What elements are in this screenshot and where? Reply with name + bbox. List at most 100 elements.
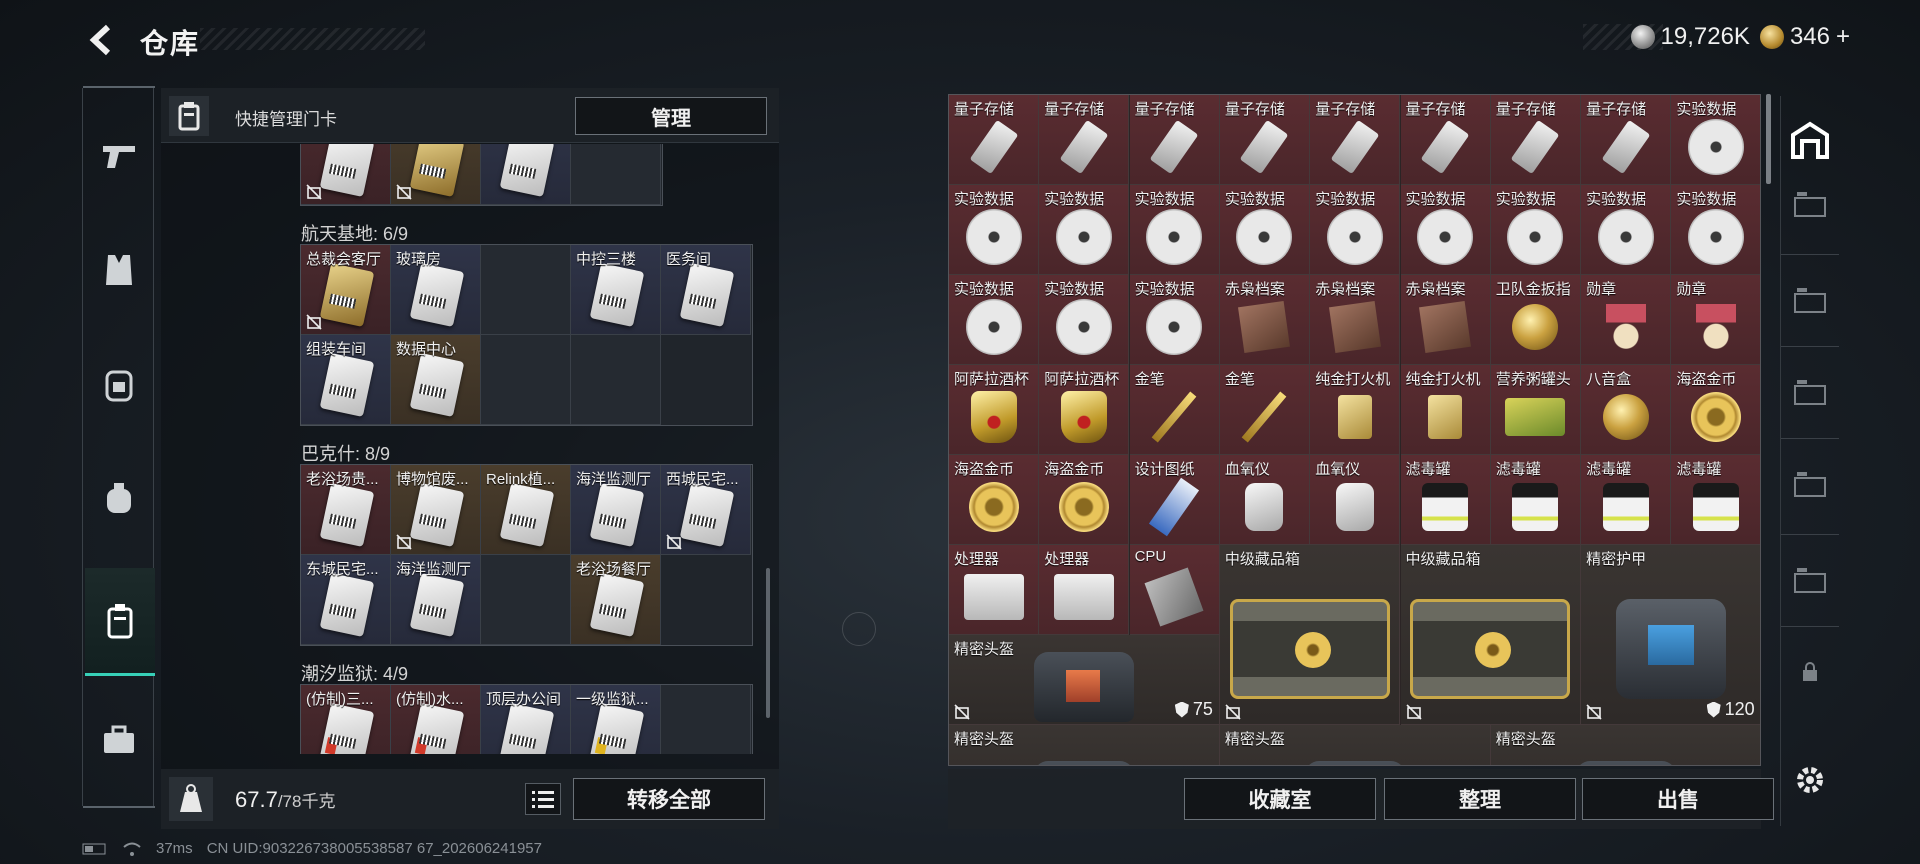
inventory-slot[interactable]: 处理器 xyxy=(949,545,1039,635)
backpack-nav[interactable] xyxy=(93,358,145,410)
inventory-slot[interactable]: 实验数据 xyxy=(1129,275,1220,365)
back-button[interactable] xyxy=(82,20,122,60)
inventory-slot[interactable]: 量子存储 xyxy=(1039,95,1130,185)
inventory-slot[interactable]: 实验数据 xyxy=(1039,185,1130,275)
inventory-slot[interactable]: 实验数据 xyxy=(1310,185,1401,275)
keycard-slot[interactable]: 老浴场贵... xyxy=(301,465,391,555)
inventory-slot[interactable]: 金笔 xyxy=(1129,365,1220,455)
silver-currency[interactable]: 19,726K xyxy=(1630,23,1750,51)
storage-tier-4a[interactable] xyxy=(1788,182,1832,226)
inventory-slot[interactable]: 滤毒罐 xyxy=(1581,455,1672,545)
inventory-slot[interactable]: 血氧仪 xyxy=(1310,455,1401,545)
keycard-slot[interactable]: 海洋监测厅 xyxy=(571,465,661,555)
keycard-slot[interactable]: 医务间 xyxy=(661,245,751,335)
keycard-list[interactable]: 航天基地: 6/9 总裁会客厅 玻璃房 中控三楼 医务间 组装车间 数据中心 巴克什: 8/9… xyxy=(161,144,779,754)
inventory-slot[interactable]: 量子存储 xyxy=(1129,95,1220,185)
keycard-slot[interactable]: 老浴场餐厅 xyxy=(571,555,661,645)
inventory-slot[interactable]: 实验数据 xyxy=(1039,275,1130,365)
inventory-slot[interactable]: 赤枭档案 xyxy=(1310,275,1401,365)
inventory-slot[interactable]: 阿萨拉酒杯 xyxy=(949,365,1039,455)
inventory-slot[interactable]: 实验数据 xyxy=(1671,95,1760,185)
keycard-slot[interactable]: 中控三楼 xyxy=(571,245,661,335)
inventory-scrollbar[interactable] xyxy=(1766,94,1771,184)
inventory-slot[interactable]: 实验数据 xyxy=(949,185,1039,275)
keycard-slot[interactable]: 数据中心 xyxy=(391,335,481,425)
inventory-slot[interactable]: 滤毒罐 xyxy=(1490,455,1581,545)
storage-tier-3a[interactable] xyxy=(1788,370,1832,414)
keycard-slot[interactable]: 组装车间 xyxy=(301,335,391,425)
inventory-slot[interactable]: 血氧仪 xyxy=(1219,455,1310,545)
inventory-slot[interactable]: 实验数据 xyxy=(949,275,1039,365)
inventory-slot[interactable]: 实验数据 xyxy=(1581,185,1672,275)
inventory-slot-large[interactable]: 中级藏品箱 xyxy=(1400,545,1582,725)
manage-button[interactable]: 管理 xyxy=(575,97,767,135)
inventory-slot[interactable]: 纯金打火机 xyxy=(1310,365,1401,455)
inventory-slot[interactable]: 量子存储 xyxy=(1219,95,1310,185)
inventory-slot-large[interactable]: 精密头盔 75 xyxy=(949,635,1220,725)
inventory-slot[interactable]: 滤毒罐 xyxy=(1400,455,1491,545)
inventory-slot[interactable]: 处理器 xyxy=(1039,545,1130,635)
inventory-slot-large[interactable]: 精密头盔 xyxy=(949,725,1220,765)
inventory-slot[interactable]: 实验数据 xyxy=(1490,185,1581,275)
settings-button[interactable] xyxy=(1788,758,1832,802)
weapon-nav[interactable] xyxy=(93,130,145,182)
list-view-button[interactable] xyxy=(525,783,561,815)
inventory-slot[interactable]: 八音盒 xyxy=(1581,365,1672,455)
inventory-slot[interactable]: 海盗金币 xyxy=(949,455,1039,545)
keycard-slot[interactable]: 东城民宅... xyxy=(301,555,391,645)
inventory-slot[interactable]: 海盗金币 xyxy=(1039,455,1130,545)
inventory-slot[interactable]: 设计图纸 xyxy=(1129,455,1220,545)
keycard-slot[interactable]: 玻璃房 xyxy=(391,245,481,335)
keycard-slot[interactable]: 海洋监测厅 xyxy=(391,555,481,645)
storage-tier-3b[interactable] xyxy=(1788,558,1832,602)
inventory-slot[interactable]: 实验数据 xyxy=(1129,185,1220,275)
inventory-slot[interactable]: 勋章 xyxy=(1581,275,1672,365)
armor-nav[interactable] xyxy=(93,244,145,296)
inventory-slot[interactable]: 量子存储 xyxy=(1310,95,1401,185)
keycard-slot[interactable] xyxy=(301,144,391,205)
keycard-slot[interactable] xyxy=(481,144,571,205)
inventory-slot-large[interactable]: 精密护甲 120 xyxy=(1581,545,1760,725)
storage-tier-4b[interactable] xyxy=(1788,278,1832,322)
toolbox-nav[interactable] xyxy=(93,714,145,766)
inventory-slot[interactable]: 实验数据 xyxy=(1400,185,1491,275)
inventory-slot[interactable]: 赤枭档案 xyxy=(1219,275,1310,365)
collection-room-button[interactable]: 收藏室 xyxy=(1184,778,1376,820)
inventory-slot[interactable]: 量子存储 xyxy=(1490,95,1581,185)
keycard-slot[interactable]: Relink植... xyxy=(481,465,571,555)
add-currency-button[interactable]: + xyxy=(1836,23,1850,51)
inventory-slot[interactable]: 金笔 xyxy=(1219,365,1310,455)
keycard-slot[interactable]: 顶层办公间 xyxy=(481,685,571,754)
keycard-scrollbar[interactable] xyxy=(766,568,770,718)
keycard-slot[interactable]: 西城民宅... xyxy=(661,465,751,555)
inventory-slot[interactable]: 海盗金币 xyxy=(1671,365,1760,455)
keycard-nav[interactable] xyxy=(85,568,155,676)
inventory-slot-large[interactable]: 精密头盔 xyxy=(1219,725,1491,765)
bag-nav[interactable] xyxy=(93,472,145,524)
keycard-slot[interactable]: 总裁会客厅 xyxy=(301,245,391,335)
inventory-slot[interactable]: CPU xyxy=(1129,545,1220,635)
organize-button[interactable]: 整理 xyxy=(1384,778,1576,820)
inventory-slot[interactable]: 纯金打火机 xyxy=(1400,365,1491,455)
inventory-slot[interactable]: 量子存储 xyxy=(1400,95,1491,185)
keycard-slot[interactable]: (仿制)水... xyxy=(391,685,481,754)
inventory-slot-large[interactable]: 中级藏品箱 xyxy=(1219,545,1401,725)
transfer-all-button[interactable]: 转移全部 xyxy=(573,778,765,820)
inventory-grid[interactable]: 量子存储 量子存储 量子存储 量子存储 量子存储 量子存储 量子存储 量子存储 实验数据 实验数据… xyxy=(948,94,1761,766)
locked-storage[interactable] xyxy=(1788,650,1832,694)
inventory-slot[interactable]: 赤枭档案 xyxy=(1400,275,1491,365)
inventory-slot[interactable]: 量子存储 xyxy=(1581,95,1672,185)
gold-currency[interactable]: 346 + xyxy=(1759,23,1850,51)
sell-button[interactable]: 出售 xyxy=(1582,778,1774,820)
inventory-slot[interactable]: 实验数据 xyxy=(1219,185,1310,275)
inventory-slot[interactable]: 卫队金扳指 xyxy=(1490,275,1581,365)
warehouse-tab[interactable] xyxy=(1788,118,1832,162)
inventory-slot[interactable]: 阿萨拉酒杯 xyxy=(1039,365,1130,455)
inventory-slot[interactable]: 营养粥罐头 xyxy=(1490,365,1581,455)
inventory-slot[interactable]: 量子存储 xyxy=(949,95,1039,185)
keycard-slot[interactable]: 一级监狱... xyxy=(571,685,661,754)
keycard-slot[interactable]: 博物馆废... xyxy=(391,465,481,555)
inventory-slot[interactable]: 滤毒罐 xyxy=(1671,455,1760,545)
keycard-slot[interactable]: (仿制)三... xyxy=(301,685,391,754)
inventory-slot[interactable]: 勋章 xyxy=(1671,275,1760,365)
